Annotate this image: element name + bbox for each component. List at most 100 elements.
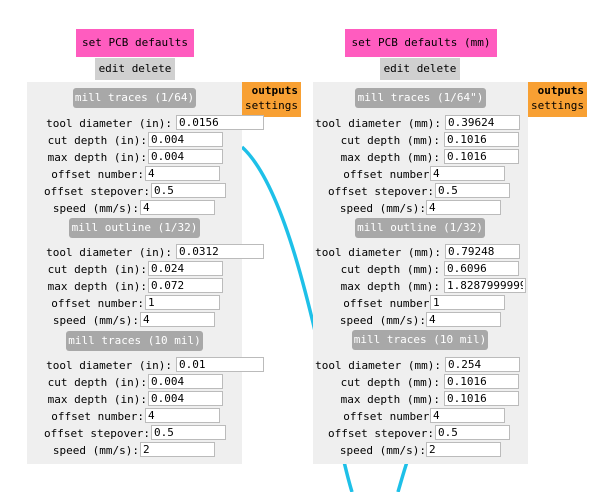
param-label: cut depth (in): bbox=[47, 376, 147, 389]
param-row: cut depth (in): bbox=[27, 374, 242, 391]
param-row: offset stepover: bbox=[27, 425, 242, 442]
offset-number-input[interactable] bbox=[145, 408, 220, 423]
mill-outline-132-button[interactable]: mill outline (1/32) bbox=[355, 218, 485, 238]
max-depth-input[interactable] bbox=[444, 391, 519, 406]
offset-stepover-input[interactable] bbox=[151, 425, 226, 440]
param-row: offset stepover: bbox=[27, 183, 242, 200]
param-label: speed (mm/s): bbox=[52, 202, 139, 215]
mill-traces-10mil-button[interactable]: mill traces (10 mil) bbox=[352, 330, 488, 350]
param-row: max depth (in): bbox=[27, 391, 242, 408]
param-row: tool diameter (mm): bbox=[313, 244, 528, 261]
offset-number-input[interactable] bbox=[145, 295, 220, 310]
param-label: offset number: bbox=[51, 410, 144, 423]
param-label: speed (mm/s): bbox=[339, 444, 426, 457]
outputs-badge[interactable]: outputs settings bbox=[242, 82, 301, 117]
offset-number-input[interactable] bbox=[430, 295, 505, 310]
param-row: max depth (mm): bbox=[313, 391, 528, 408]
tool-diameter-input[interactable] bbox=[176, 115, 264, 130]
param-label: tool diameter (mm): bbox=[315, 117, 441, 130]
cut-depth-input[interactable] bbox=[444, 132, 519, 147]
max-depth-input[interactable] bbox=[148, 149, 223, 164]
param-row: cut depth (mm): bbox=[313, 132, 528, 149]
param-label: speed (mm/s): bbox=[52, 314, 139, 327]
param-label: cut depth (in): bbox=[47, 134, 147, 147]
param-row: offset number: bbox=[313, 408, 528, 425]
param-label: tool diameter (in): bbox=[46, 246, 172, 259]
offset-stepover-input[interactable] bbox=[151, 183, 226, 198]
param-row: tool diameter (in): bbox=[27, 115, 264, 132]
param-label: cut depth (mm): bbox=[340, 134, 440, 147]
param-row: offset number: bbox=[313, 166, 528, 183]
param-row: max depth (in): bbox=[27, 278, 242, 295]
param-row: cut depth (mm): bbox=[313, 261, 528, 278]
max-depth-input[interactable] bbox=[444, 149, 519, 164]
param-row: tool diameter (mm): bbox=[313, 357, 528, 374]
outputs-label: outputs bbox=[537, 84, 584, 97]
speed-input[interactable] bbox=[426, 312, 501, 327]
offset-stepover-input[interactable] bbox=[435, 183, 510, 198]
param-label: offset stepover: bbox=[44, 427, 150, 440]
tool-diameter-input[interactable] bbox=[445, 357, 520, 372]
speed-input[interactable] bbox=[140, 200, 215, 215]
param-row: tool diameter (in): bbox=[27, 244, 264, 261]
param-label: offset number: bbox=[51, 297, 144, 310]
edit-delete-bar: edit delete bbox=[95, 58, 175, 80]
max-depth-input[interactable] bbox=[148, 278, 223, 293]
param-label: offset number: bbox=[51, 168, 144, 181]
speed-input[interactable] bbox=[140, 312, 215, 327]
param-row: tool diameter (in): bbox=[27, 357, 264, 374]
max-depth-input[interactable] bbox=[148, 391, 223, 406]
cut-depth-input[interactable] bbox=[444, 261, 519, 276]
param-row: speed (mm/s): bbox=[313, 312, 528, 329]
speed-input[interactable] bbox=[426, 442, 501, 457]
edit-button[interactable]: edit bbox=[384, 62, 411, 75]
param-row: offset number: bbox=[27, 166, 242, 183]
delete-button[interactable]: delete bbox=[132, 62, 172, 75]
param-row: cut depth (in): bbox=[27, 261, 242, 278]
offset-number-input[interactable] bbox=[430, 166, 505, 181]
speed-input[interactable] bbox=[426, 200, 501, 215]
offset-number-input[interactable] bbox=[430, 408, 505, 423]
tool-diameter-input[interactable] bbox=[445, 115, 520, 130]
param-row: offset stepover: bbox=[313, 183, 528, 200]
offset-number-input[interactable] bbox=[145, 166, 220, 181]
mill-traces-164-button[interactable]: mill traces (1/64") bbox=[355, 88, 486, 108]
param-label: offset number: bbox=[343, 297, 436, 310]
delete-button[interactable]: delete bbox=[417, 62, 457, 75]
param-label: max depth (mm): bbox=[340, 280, 440, 293]
mill-outline-132-button[interactable]: mill outline (1/32) bbox=[69, 218, 200, 238]
cut-depth-input[interactable] bbox=[148, 374, 223, 389]
param-row: speed (mm/s): bbox=[313, 442, 528, 459]
param-row: max depth (in): bbox=[27, 149, 242, 166]
param-row: tool diameter (mm): bbox=[313, 115, 528, 132]
param-label: max depth (mm): bbox=[340, 393, 440, 406]
param-label: offset stepover: bbox=[328, 185, 434, 198]
param-row: max depth (mm): bbox=[313, 278, 528, 295]
param-label: tool diameter (in): bbox=[46, 359, 172, 372]
param-row: speed (mm/s): bbox=[27, 442, 242, 459]
param-row: offset number: bbox=[27, 408, 242, 425]
speed-input[interactable] bbox=[140, 442, 215, 457]
outputs-badge[interactable]: outputs settings bbox=[528, 82, 587, 117]
mill-traces-10mil-button[interactable]: mill traces (10 mil) bbox=[66, 331, 203, 351]
tool-diameter-input[interactable] bbox=[176, 357, 264, 372]
param-row: offset stepover: bbox=[313, 425, 528, 442]
param-label: offset number: bbox=[343, 410, 436, 423]
edit-delete-bar: edit delete bbox=[380, 58, 460, 80]
tool-diameter-input[interactable] bbox=[176, 244, 264, 259]
param-row: cut depth (in): bbox=[27, 132, 242, 149]
offset-stepover-input[interactable] bbox=[435, 425, 510, 440]
max-depth-input[interactable] bbox=[444, 278, 526, 293]
set-pcb-defaults-button[interactable]: set PCB defaults bbox=[76, 29, 194, 57]
param-label: speed (mm/s): bbox=[339, 202, 426, 215]
cut-depth-input[interactable] bbox=[148, 132, 223, 147]
tool-diameter-input[interactable] bbox=[445, 244, 520, 259]
mill-traces-164-button[interactable]: mill traces (1/64) bbox=[73, 88, 196, 108]
edit-button[interactable]: edit bbox=[99, 62, 126, 75]
cut-depth-input[interactable] bbox=[148, 261, 223, 276]
settings-label: settings bbox=[531, 99, 584, 112]
param-label: max depth (in): bbox=[47, 280, 147, 293]
cut-depth-input[interactable] bbox=[444, 374, 519, 389]
param-row: offset number: bbox=[313, 295, 528, 312]
set-pcb-defaults-mm-button[interactable]: set PCB defaults (mm) bbox=[345, 29, 497, 57]
